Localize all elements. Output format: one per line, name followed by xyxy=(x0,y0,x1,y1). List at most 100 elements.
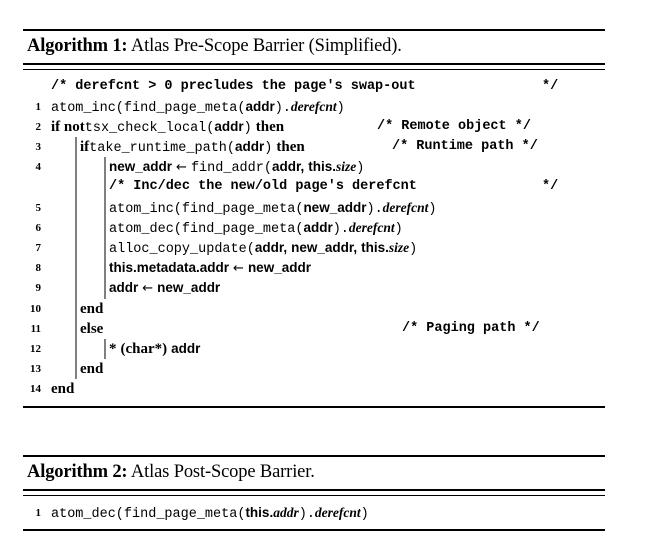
code-statement: this.metadata.addr ← new_addr xyxy=(109,258,311,279)
indent-guide xyxy=(75,137,77,158)
line-content: /* derefcnt > 0 precludes the page's swa… xyxy=(47,77,605,97)
indent-guide xyxy=(104,278,106,299)
line-number: 12 xyxy=(30,342,41,355)
code-statement: atom_dec(find_page_meta(addr).derefcnt) xyxy=(109,218,403,240)
line-number: 6 xyxy=(35,221,42,234)
line-number: 7 xyxy=(35,242,42,254)
field: derefcnt xyxy=(382,199,429,215)
algorithm-1-block: Algorithm 1: Atlas Pre-Scope Barrier (Si… xyxy=(23,29,605,408)
line-number: 2 xyxy=(35,120,42,133)
keyword: end xyxy=(80,361,104,378)
punct: ) xyxy=(336,100,345,116)
algorithm-2-label: Algorithm 2: xyxy=(27,462,128,482)
punct: ). xyxy=(332,221,349,237)
code-line: 2 if nottsx_check_local(addr) then /* Re… xyxy=(23,117,605,137)
fn-call: atom_inc(find_page_meta( xyxy=(109,201,304,217)
line-content: atom_dec(find_page_meta(this.addr).deref… xyxy=(47,503,605,523)
line-content: atom_inc(find_page_meta(addr).derefcnt) xyxy=(47,97,605,117)
line-number: 1 xyxy=(35,100,42,113)
inline-comment: /* Remote object */ xyxy=(377,118,531,134)
assign-arrow-icon: ← xyxy=(176,160,187,176)
keyword: then xyxy=(276,139,305,156)
indent-guide xyxy=(104,177,106,198)
indent-guide xyxy=(104,338,106,360)
fn-call: alloc_copy_update( xyxy=(109,242,255,257)
punct: , xyxy=(300,159,305,175)
code-line: 6 atom_dec(find_page_meta(addr).derefcnt… xyxy=(23,217,605,240)
indent-guide xyxy=(75,278,77,299)
indent-guide xyxy=(104,197,106,218)
algorithm-figure-page: { "algorithms": [ { "id": "algorithm-1",… xyxy=(0,0,645,550)
line-number: 11 xyxy=(30,322,41,335)
identifier: addr xyxy=(254,240,284,255)
line-number: 9 xyxy=(35,282,42,295)
type-cast: (char*) xyxy=(120,340,168,357)
punct: ). xyxy=(366,201,383,217)
algorithm-1-caption: Algorithm 1: Atlas Pre-Scope Barrier (Si… xyxy=(23,31,605,63)
line-content: else /* Paging path */ xyxy=(47,318,605,339)
identifier: addr xyxy=(245,98,275,114)
algorithm-1-bottom-rule xyxy=(23,405,605,408)
algorithm-2-title: Atlas Post-Scope Barrier. xyxy=(130,462,315,482)
punct: ) xyxy=(409,242,418,257)
punct: ) xyxy=(264,141,273,157)
line-content: addr ← new_addr xyxy=(47,278,605,299)
indent-guide xyxy=(75,338,77,360)
identifier: addr xyxy=(214,118,244,134)
comment-text: /* derefcnt > 0 precludes the page's swa… xyxy=(51,78,416,94)
code-statement: alloc_copy_update(addr, new_addr, this.s… xyxy=(109,238,417,260)
identifier: new_addr xyxy=(157,280,221,296)
indent-guide xyxy=(75,318,77,339)
code-statement: iftake_runtime_path(addr) then xyxy=(80,137,305,159)
indent-guide xyxy=(75,359,77,380)
algorithm-2-caption: Algorithm 2: Atlas Post-Scope Barrier. xyxy=(23,457,605,489)
identifier: new_addr xyxy=(303,199,367,215)
indent-guide xyxy=(104,157,106,178)
field: derefcnt xyxy=(348,219,395,235)
line-number: 1 xyxy=(35,506,42,519)
line-number: 4 xyxy=(35,161,42,174)
line-content: if nottsx_check_local(addr) then /* Remo… xyxy=(47,117,605,137)
punct: ) xyxy=(428,201,437,217)
line-number: 10 xyxy=(30,302,41,315)
indent-guide xyxy=(104,258,106,279)
algorithm-1-caption-rule xyxy=(23,62,605,70)
line-number: 3 xyxy=(35,141,42,154)
field: size xyxy=(336,159,357,175)
identifier: addr xyxy=(109,280,139,296)
code-statement: if nottsx_check_local(addr) then xyxy=(51,117,284,139)
algorithm-2-bottom-rule xyxy=(23,528,605,531)
punct: ). xyxy=(298,506,315,522)
comment-end: */ xyxy=(542,78,559,94)
keyword: if not xyxy=(51,118,85,135)
code-statement: atom_inc(find_page_meta(addr).derefcnt) xyxy=(51,97,345,119)
algorithm-1-body: /* derefcnt > 0 precludes the page's swa… xyxy=(23,70,605,406)
comment-text: /* Inc/dec the new/old page's derefcnt xyxy=(109,179,417,195)
punct: ). xyxy=(274,100,291,116)
field: size xyxy=(388,240,410,255)
indent-guide xyxy=(75,197,77,218)
fn-call: atom_inc(find_page_meta( xyxy=(51,100,246,116)
indent-guide xyxy=(75,298,77,319)
assign-arrow-icon: ← xyxy=(233,261,244,277)
punct: ) xyxy=(356,161,365,177)
fn-call: find_addr( xyxy=(190,161,272,177)
inline-comment: /* Paging path */ xyxy=(402,320,540,336)
code-line: 8 this.metadata.addr ← new_addr xyxy=(23,258,605,279)
line-content: iftake_runtime_path(addr) then /* Runtim… xyxy=(47,137,605,159)
fn-call: tsx_check_local( xyxy=(84,120,215,136)
punct: , xyxy=(283,240,288,255)
indent-guide xyxy=(75,238,77,259)
indent-guide xyxy=(75,177,77,198)
line-content: alloc_copy_update(addr, new_addr, this.s… xyxy=(47,238,605,260)
indent-guide xyxy=(75,157,77,178)
identifier: this. xyxy=(361,240,389,255)
line-content: atom_inc(find_page_meta(new_addr).derefc… xyxy=(47,197,605,218)
code-line: 10 end xyxy=(23,298,605,319)
indent-guide xyxy=(75,258,77,279)
punct: , xyxy=(353,240,358,255)
inline-comment: /* Runtime path */ xyxy=(392,139,538,155)
algorithm-1-title: Atlas Pre-Scope Barrier (Simplified). xyxy=(130,36,402,56)
code-line: 7 alloc_copy_update(addr, new_addr, this… xyxy=(23,238,605,260)
code-line: 14 end xyxy=(23,379,605,399)
